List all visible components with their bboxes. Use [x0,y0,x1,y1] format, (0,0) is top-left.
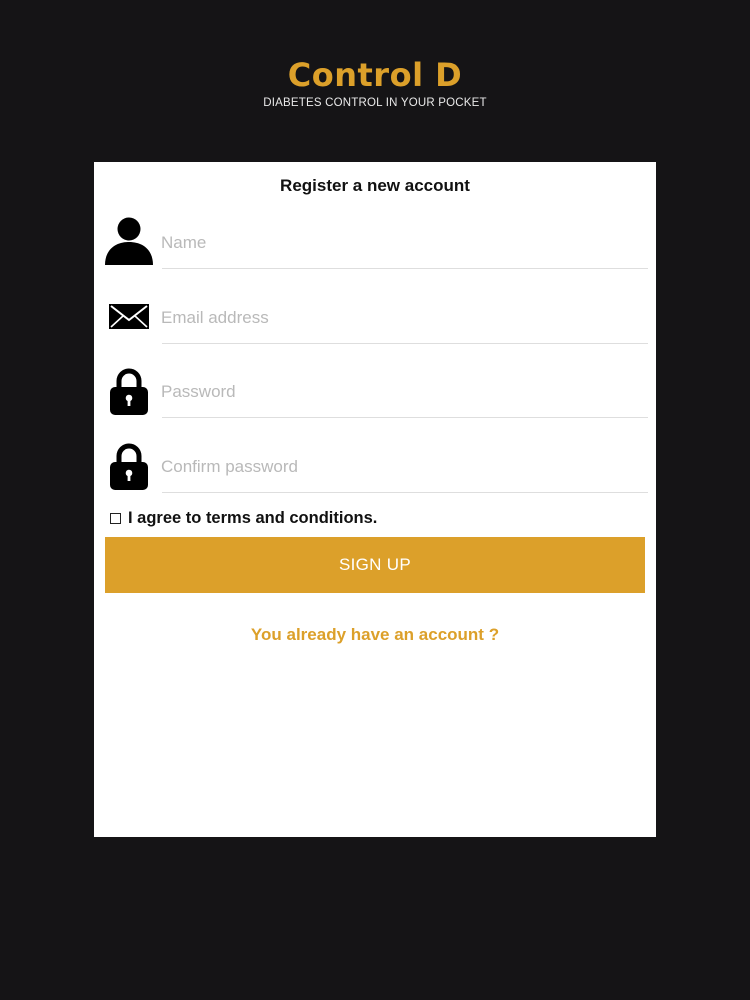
sign-up-button[interactable]: SIGN UP [105,537,645,593]
person-icon [104,217,154,275]
password-field-row [104,366,648,424]
app-logo-title: Control D [287,56,463,94]
field-underline [162,343,648,344]
name-field-row [104,217,648,275]
terms-label: I agree to terms and conditions. [128,508,378,527]
login-link[interactable]: You already have an account ? [0,625,750,645]
field-underline [162,417,648,418]
email-field-row [104,292,648,350]
form-title: Register a new account [280,176,470,195]
lock-icon [104,441,154,499]
field-underline [162,492,648,493]
lock-icon [104,366,154,424]
confirm-password-input[interactable] [161,451,647,483]
password-input[interactable] [161,376,647,408]
field-underline [162,268,648,269]
confirm-password-field-row [104,441,648,499]
terms-checkbox-row[interactable]: I agree to terms and conditions. [110,507,377,529]
app-tagline: DIABETES CONTROL IN YOUR POCKET [263,97,487,109]
brand-header: Control D DIABETES CONTROL IN YOUR POCKE… [0,55,750,110]
envelope-icon [104,292,154,350]
name-input[interactable] [161,227,647,259]
email-input[interactable] [161,302,647,334]
terms-checkbox[interactable] [110,512,121,524]
